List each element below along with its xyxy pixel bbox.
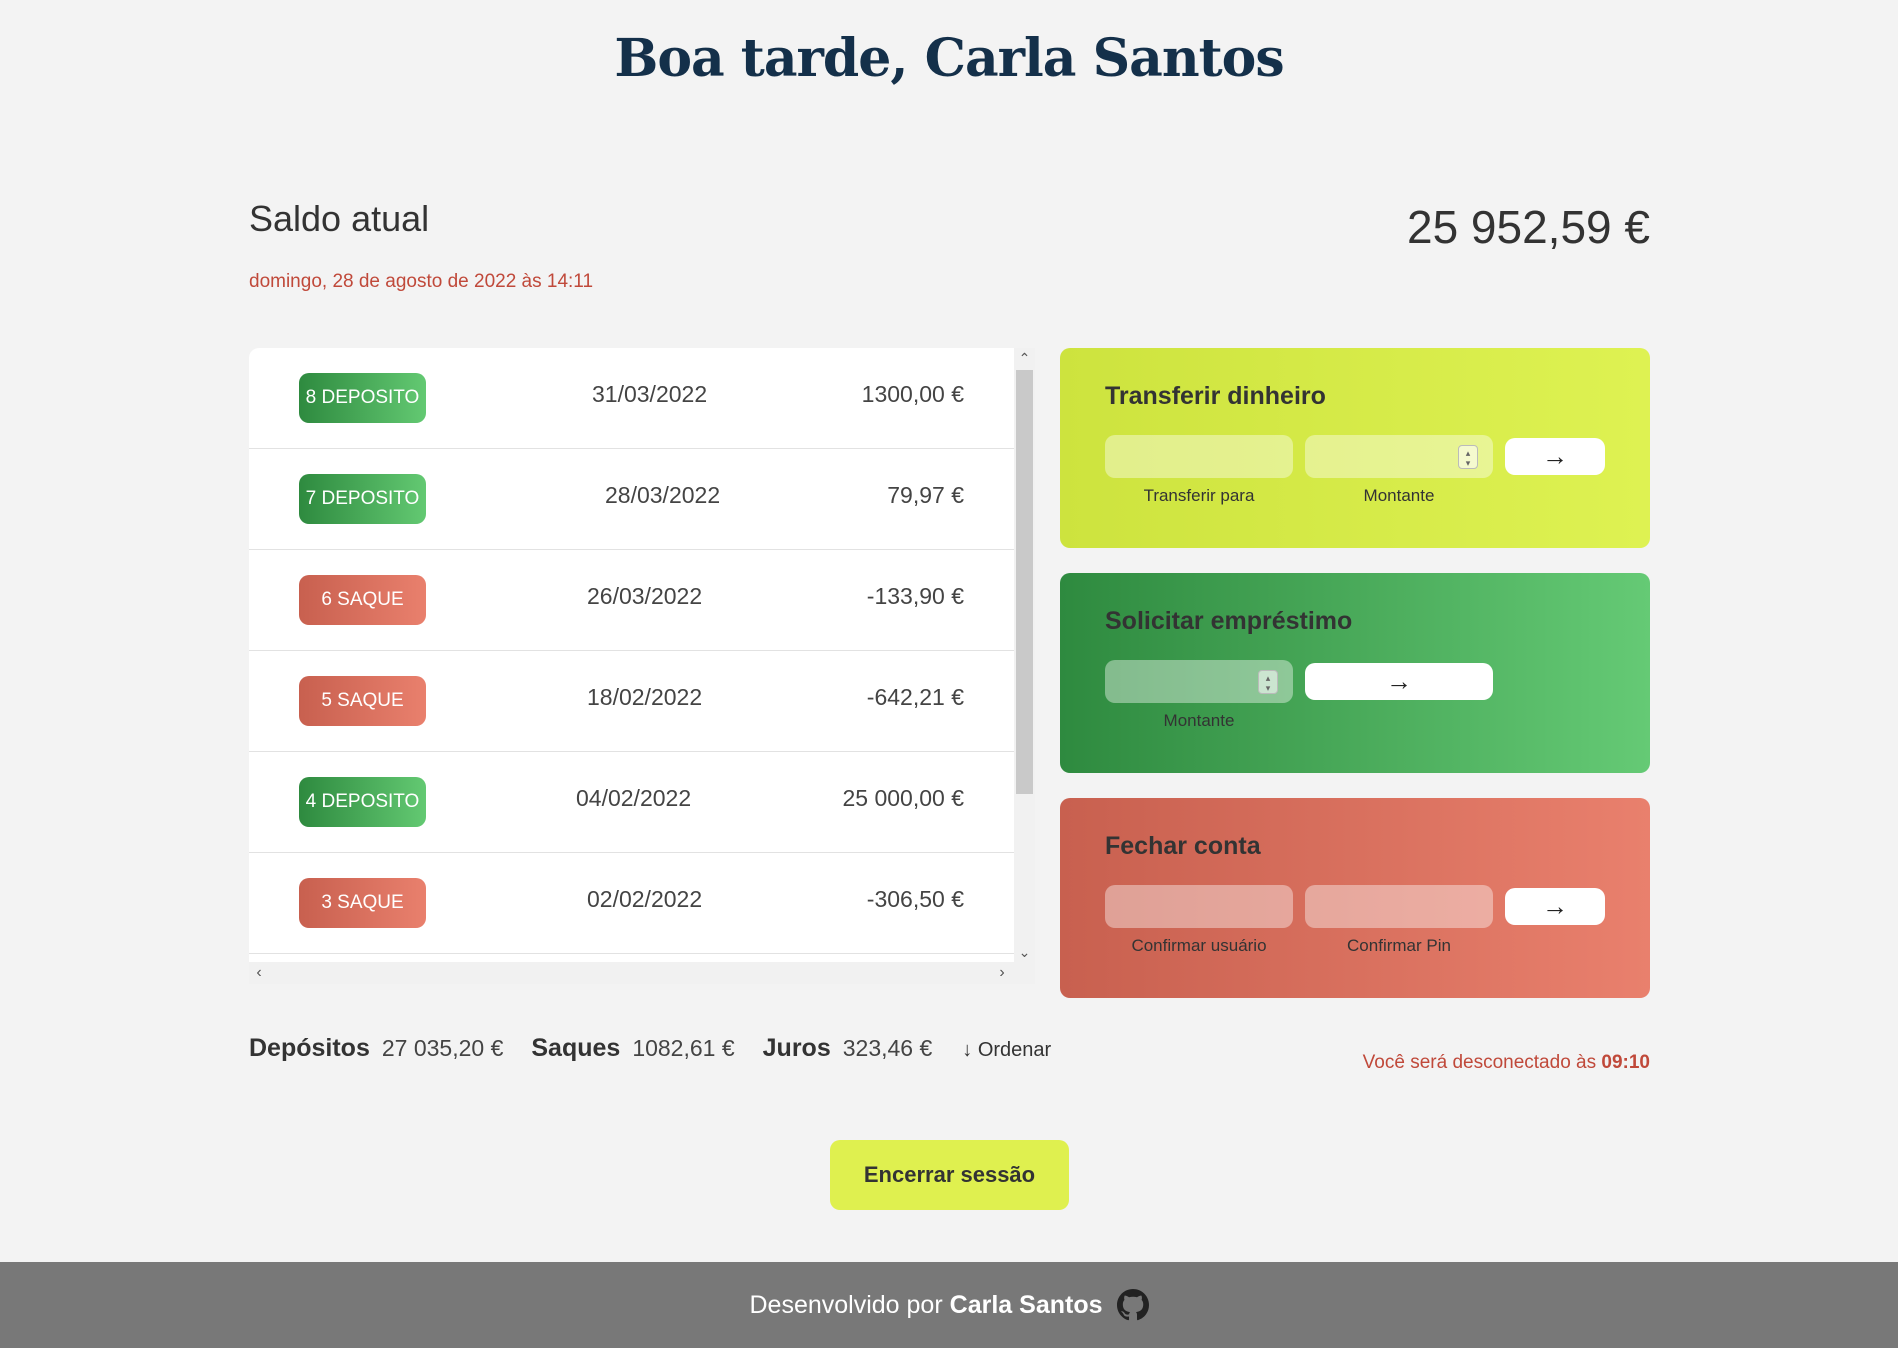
summary-in-value: 27 035,20 € bbox=[381, 1035, 504, 1061]
movements-list[interactable]: 8 DEPOSITO 31/03/2022 1300,00 € 7 DEPOSI… bbox=[249, 348, 1035, 984]
movement-date: 31/03/2022 bbox=[592, 381, 708, 407]
movement-type-badge: 6 SAQUE bbox=[299, 575, 426, 625]
horizontal-scrollbar[interactable]: ‹ › bbox=[249, 962, 1035, 984]
summary-out-label: Saques bbox=[531, 1034, 621, 1062]
confirm-user-input[interactable] bbox=[1105, 885, 1293, 928]
close-account-panel: Fechar conta → Confirmar usuário Confirm… bbox=[1060, 798, 1650, 998]
summary-interest-value: 323,46 € bbox=[842, 1035, 933, 1061]
movement-value: 25 000,00 € bbox=[842, 785, 964, 811]
loan-title: Solicitar empréstimo bbox=[1105, 607, 1353, 635]
logout-timer: Você será desconectado às 09:10 bbox=[1363, 1052, 1650, 1074]
movement-value: -642,21 € bbox=[866, 684, 964, 710]
summary-in-label: Depósitos bbox=[249, 1034, 370, 1062]
movement-value: 79,97 € bbox=[887, 482, 964, 508]
loan-panel: Solicitar empréstimo ▴ ▾ → Montante bbox=[1060, 573, 1650, 773]
amount-spinner-icon[interactable]: ▴ ▾ bbox=[1458, 445, 1478, 469]
loan-amount-label: Montante bbox=[1163, 711, 1235, 730]
scrollbar-thumb[interactable] bbox=[1016, 370, 1033, 794]
balance-value: 25 952,59 € bbox=[1406, 201, 1650, 253]
confirm-user-label: Confirmar usuário bbox=[1131, 936, 1267, 955]
footer: Desenvolvido por Carla Santos bbox=[0, 1262, 1898, 1348]
movement-value: -306,50 € bbox=[866, 886, 964, 912]
logout-timer-time: 09:10 bbox=[1601, 1052, 1650, 1073]
end-session-button[interactable]: Encerrar sessão bbox=[830, 1140, 1069, 1210]
movement-row: 6 SAQUE 26/03/2022 -133,90 € bbox=[249, 550, 1014, 651]
chevron-left-icon[interactable]: ‹ bbox=[249, 962, 269, 984]
movement-date: 28/03/2022 bbox=[605, 482, 721, 508]
movement-type-badge: 7 DEPOSITO bbox=[299, 474, 426, 524]
github-icon[interactable] bbox=[1116, 1289, 1149, 1321]
close-account-title: Fechar conta bbox=[1105, 832, 1261, 860]
chevron-down-icon[interactable]: ⌄ bbox=[1014, 942, 1035, 962]
movement-date: 04/02/2022 bbox=[576, 785, 692, 811]
logout-timer-prefix: Você será desconectado às bbox=[1362, 1052, 1597, 1073]
balance-date: domingo, 28 de agosto de 2022 às 14:11 bbox=[249, 271, 594, 292]
movement-date: 26/03/2022 bbox=[587, 583, 703, 609]
balance-label: Saldo atual bbox=[249, 198, 430, 239]
movement-date: 18/02/2022 bbox=[587, 684, 703, 710]
loan-submit-button[interactable]: → bbox=[1305, 663, 1493, 700]
chevron-right-icon[interactable]: › bbox=[992, 962, 1012, 984]
confirm-pin-label: Confirmar Pin bbox=[1347, 936, 1451, 955]
transfer-panel: Transferir dinheiro ▴ ▾ → Transferir para… bbox=[1060, 348, 1650, 548]
transfer-to-label: Transferir para bbox=[1143, 486, 1255, 505]
sort-button[interactable]: ↓ Ordenar bbox=[962, 1039, 1051, 1062]
confirm-pin-input[interactable] bbox=[1305, 885, 1493, 928]
movement-row: 3 SAQUE 02/02/2022 -306,50 € bbox=[249, 853, 1014, 954]
movement-value: 1300,00 € bbox=[861, 381, 964, 407]
movement-type-badge: 5 SAQUE bbox=[299, 676, 426, 726]
transfer-title: Transferir dinheiro bbox=[1105, 382, 1326, 410]
footer-author[interactable]: Carla Santos bbox=[950, 1291, 1103, 1320]
movement-date: 02/02/2022 bbox=[587, 886, 703, 912]
movement-row: 8 DEPOSITO 31/03/2022 1300,00 € bbox=[249, 348, 1014, 449]
chevron-up-icon[interactable]: ⌃ bbox=[1014, 348, 1035, 368]
amount-spinner-icon[interactable]: ▴ ▾ bbox=[1258, 670, 1278, 694]
close-account-submit-button[interactable]: → bbox=[1505, 888, 1605, 925]
movement-row: 7 DEPOSITO 28/03/2022 79,97 € bbox=[249, 449, 1014, 550]
movement-row: 5 SAQUE 18/02/2022 -642,21 € bbox=[249, 651, 1014, 752]
greeting-title: Boa tarde, Carla Santos bbox=[614, 28, 1284, 89]
movement-type-badge: 3 SAQUE bbox=[299, 878, 426, 928]
summary-interest-label: Juros bbox=[762, 1034, 831, 1062]
vertical-scrollbar[interactable]: ⌃ ⌄ bbox=[1014, 348, 1035, 962]
transfer-submit-button[interactable]: → bbox=[1505, 438, 1605, 475]
summary-out-value: 1082,61 € bbox=[632, 1035, 735, 1061]
transfer-amount-label: Montante bbox=[1363, 486, 1435, 505]
footer-prefix: Desenvolvido por bbox=[749, 1290, 943, 1319]
summary-bar: Depósitos 27 035,20 € Saques 1082,61 € J… bbox=[249, 1034, 1051, 1063]
movement-type-badge: 8 DEPOSITO bbox=[299, 373, 426, 423]
movement-type-badge: 4 DEPOSITO bbox=[299, 777, 426, 827]
movement-row: 4 DEPOSITO 04/02/2022 25 000,00 € bbox=[249, 752, 1014, 853]
movement-value: -133,90 € bbox=[866, 583, 964, 609]
transfer-to-input[interactable] bbox=[1105, 435, 1293, 478]
